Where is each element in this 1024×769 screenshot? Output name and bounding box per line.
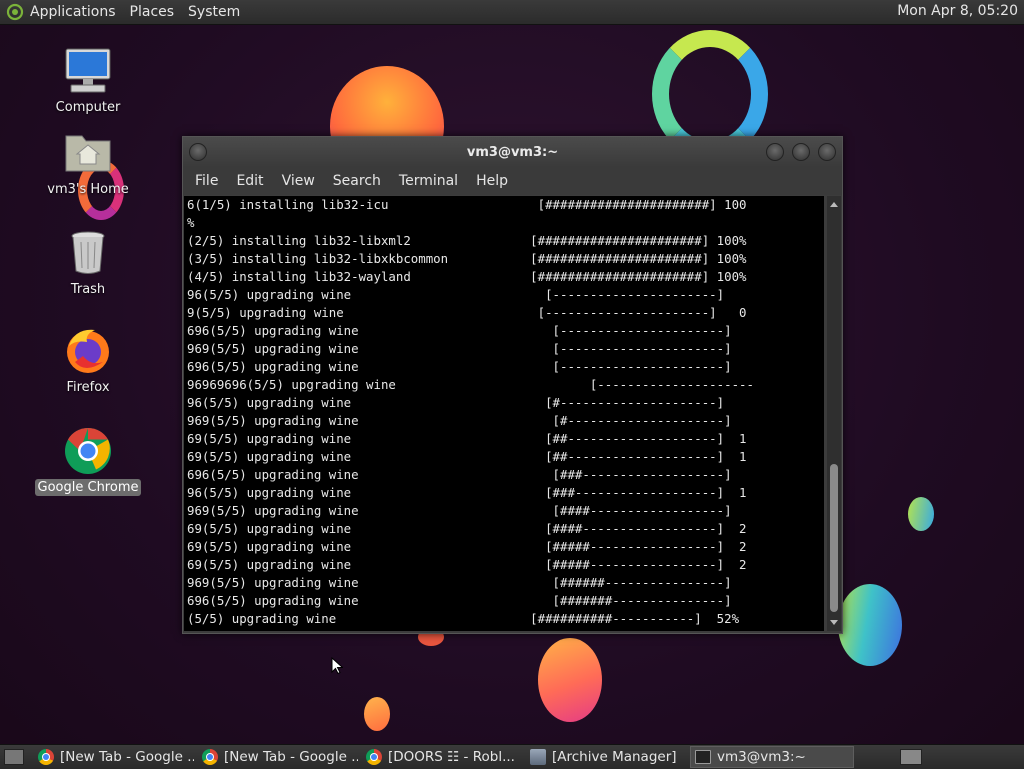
wallpaper-small-blue-orb bbox=[908, 497, 934, 531]
close-button[interactable] bbox=[818, 143, 836, 161]
terminal-output[interactable]: 6(1/5) installing lib32-icu [###########… bbox=[184, 196, 824, 631]
wallpaper-pink-orb bbox=[538, 638, 602, 722]
taskbar-item-label: [New Tab - Google ... bbox=[60, 749, 194, 765]
distro-logo-icon[interactable] bbox=[6, 3, 24, 21]
terminal-line: 969(5/5) upgrading wine [####-----------… bbox=[187, 503, 732, 518]
desktop-icon-trash[interactable]: Trash bbox=[33, 228, 143, 297]
terminal-line: 696(5/5) upgrading wine [---------------… bbox=[187, 323, 732, 338]
desktop-icon-label: Google Chrome bbox=[34, 479, 142, 496]
terminal-line: 969(5/5) upgrading wine [---------------… bbox=[187, 341, 732, 356]
maximize-button[interactable] bbox=[792, 143, 810, 161]
firefox-icon bbox=[63, 326, 113, 376]
desktop-icon-label: Trash bbox=[70, 282, 106, 297]
taskbar-item-label: [DOORS ☷ - Robl... bbox=[388, 749, 515, 765]
terminal-line: (5/5) upgrading wine [##########--------… bbox=[187, 611, 740, 626]
scroll-up-arrow-icon[interactable] bbox=[830, 202, 838, 207]
taskbar-item-label: [Archive Manager] bbox=[552, 749, 677, 765]
terminal-line: (4/5) installing lib32-wayland [########… bbox=[187, 269, 747, 284]
menu-view[interactable]: View bbox=[274, 173, 323, 189]
terminal-line: 6(1/5) installing lib32-icu [###########… bbox=[187, 197, 747, 212]
desktop-icon-label: Firefox bbox=[66, 380, 110, 395]
desktop-icon-computer[interactable]: Computer bbox=[33, 46, 143, 115]
trash-icon bbox=[63, 228, 113, 278]
workspace-switcher[interactable] bbox=[900, 749, 922, 765]
desktop-icon-firefox[interactable]: Firefox bbox=[33, 326, 143, 395]
terminal-line: 96(5/5) upgrading wine [----------------… bbox=[187, 287, 725, 302]
taskbar-item-label: vm3@vm3:~ bbox=[717, 749, 806, 765]
menu-search[interactable]: Search bbox=[325, 173, 389, 189]
archive-manager-icon bbox=[530, 749, 546, 765]
terminal-line: 69(5/5) upgrading wine [#####-----------… bbox=[187, 539, 747, 554]
terminal-line: 69(5/5) upgrading wine [#####-----------… bbox=[187, 557, 747, 572]
menu-edit[interactable]: Edit bbox=[228, 173, 271, 189]
terminal-line: 969(5/5) upgrading wine [######---------… bbox=[187, 575, 732, 590]
minimize-button[interactable] bbox=[766, 143, 784, 161]
terminal-line: 69(5/5) upgrading wine [##--------------… bbox=[187, 449, 747, 464]
scroll-down-arrow-icon[interactable] bbox=[830, 620, 838, 625]
show-desktop-icon[interactable] bbox=[4, 749, 24, 765]
terminal-line: % bbox=[187, 215, 195, 230]
terminal-line: 969(5/5) upgrading wine [#--------------… bbox=[187, 413, 732, 428]
terminal-line: 96(5/5) upgrading wine [#---------------… bbox=[187, 395, 725, 410]
terminal-line: 69(5/5) upgrading wine [####------------… bbox=[187, 521, 747, 536]
terminal-scrollbar[interactable] bbox=[827, 196, 841, 631]
desktop-icon-chrome[interactable]: Google Chrome bbox=[33, 426, 143, 496]
terminal-line: (3/5) installing lib32-libxkbcommon [###… bbox=[187, 251, 747, 266]
window-titlebar[interactable]: vm3@vm3:~ bbox=[183, 137, 842, 167]
taskbar-item[interactable]: [New Tab - Google ... bbox=[34, 747, 194, 767]
chrome-icon bbox=[366, 749, 382, 765]
menu-help[interactable]: Help bbox=[468, 173, 516, 189]
computer-icon bbox=[63, 46, 113, 96]
terminal-line: 696(5/5) upgrading wine [###------------… bbox=[187, 467, 732, 482]
menu-file[interactable]: File bbox=[187, 173, 226, 189]
terminal-line: 96969696(5/5) upgrading wine [----------… bbox=[187, 377, 754, 392]
desktop-icon-home[interactable]: vm3's Home bbox=[33, 128, 143, 197]
terminal-line: 9(5/5) upgrading wine [-----------------… bbox=[187, 305, 747, 320]
terminal-icon bbox=[695, 750, 711, 764]
places-menu[interactable]: Places bbox=[130, 4, 175, 20]
terminal-line: 696(5/5) upgrading wine [---------------… bbox=[187, 359, 732, 374]
taskbar-item[interactable]: [DOORS ☷ - Robl... bbox=[362, 747, 522, 767]
terminal-menubar: File Edit View Search Terminal Help bbox=[183, 167, 842, 195]
taskbar-item[interactable]: [New Tab - Google ... bbox=[198, 747, 358, 767]
applications-menu[interactable]: Applications bbox=[30, 4, 116, 20]
window-menu-button[interactable] bbox=[189, 143, 207, 161]
desktop-icon-label: Computer bbox=[55, 100, 121, 115]
wallpaper-blue-green-orb bbox=[838, 584, 902, 666]
terminal-line: 69(5/5) upgrading wine [##--------------… bbox=[187, 431, 747, 446]
wallpaper-small-orange-orb bbox=[364, 697, 390, 731]
chrome-icon bbox=[63, 426, 113, 476]
taskbar-item[interactable]: [Archive Manager] bbox=[526, 747, 686, 767]
window-title: vm3@vm3:~ bbox=[466, 144, 559, 160]
system-menu[interactable]: System bbox=[188, 4, 240, 20]
terminal-line: 696(5/5) upgrading wine [#######--------… bbox=[187, 593, 732, 608]
top-panel: Applications Places System Mon Apr 8, 05… bbox=[0, 0, 1024, 25]
home-folder-icon bbox=[63, 128, 113, 178]
desktop-icon-label: vm3's Home bbox=[47, 182, 129, 197]
mouse-cursor-icon bbox=[331, 657, 343, 675]
chrome-icon bbox=[38, 749, 54, 765]
taskbar-item-label: [New Tab - Google ... bbox=[224, 749, 358, 765]
chrome-icon bbox=[202, 749, 218, 765]
terminal-line: 96(5/5) upgrading wine [###-------------… bbox=[187, 485, 747, 500]
taskbar-item-active[interactable]: vm3@vm3:~ bbox=[690, 746, 854, 768]
panel-clock[interactable]: Mon Apr 8, 05:20 bbox=[897, 3, 1018, 19]
terminal-line: (2/5) installing lib32-libxml2 [########… bbox=[187, 233, 747, 248]
scrollbar-thumb[interactable] bbox=[830, 464, 838, 612]
menu-terminal[interactable]: Terminal bbox=[391, 173, 466, 189]
terminal-window[interactable]: vm3@vm3:~ File Edit View Search Terminal… bbox=[182, 136, 843, 634]
bottom-panel: [New Tab - Google ... [New Tab - Google … bbox=[0, 744, 1024, 769]
